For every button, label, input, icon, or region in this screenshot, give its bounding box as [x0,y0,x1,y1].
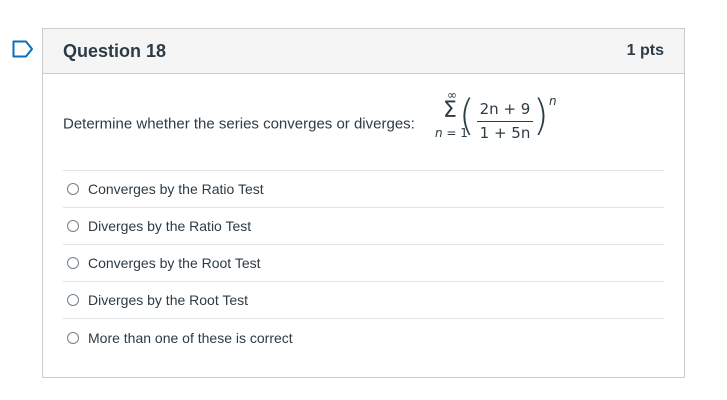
right-paren: ) [533,91,549,141]
answer-label[interactable]: Converges by the Root Test [88,255,261,271]
exponent: n [549,94,557,108]
answer-label[interactable]: Diverges by the Ratio Test [88,218,251,234]
lower-limit-var: n [435,126,443,140]
answer-option[interactable]: Converges by the Ratio Test [63,171,664,208]
answer-label[interactable]: Converges by the Ratio Test [88,181,264,197]
answer-label[interactable]: More than one of these is correct [88,330,293,346]
denominator: 1 + 5n [479,124,531,142]
question-title: Question 18 [63,40,167,61]
answer-option[interactable]: Diverges by the Ratio Test [63,208,664,245]
question-header: Question 18 1 pts [43,29,684,74]
series-formula: ∞ Σ n = 1 ( 2n + 9 1 + 5n ) n [435,88,575,154]
fraction-bar [477,121,533,122]
numerator: 2n + 9 [479,100,531,118]
left-paren: ( [459,91,475,141]
answer-option[interactable]: Converges by the Root Test [63,245,664,282]
answer-label[interactable]: Diverges by the Root Test [88,292,248,308]
question-points: 1 pts [626,42,664,59]
radio-unchecked-icon[interactable] [67,294,79,306]
radio-unchecked-icon[interactable] [67,220,79,232]
sigma-symbol: Σ [443,98,457,123]
answer-list: Converges by the Ratio Test Diverges by … [63,170,664,356]
prompt-text: Determine whether the series converges o… [63,115,415,133]
answer-option[interactable]: Diverges by the Root Test [63,282,664,319]
radio-unchecked-icon[interactable] [67,183,79,195]
question-card: Question 18 1 pts Determine whether the … [42,28,685,378]
answer-option[interactable]: More than one of these is correct [63,319,664,356]
radio-unchecked-icon[interactable] [67,331,79,344]
bookmark-flag-icon[interactable] [12,40,34,58]
question-prompt: Determine whether the series converges o… [63,74,664,170]
radio-unchecked-icon[interactable] [67,257,79,269]
question-body: Determine whether the series converges o… [43,74,684,356]
